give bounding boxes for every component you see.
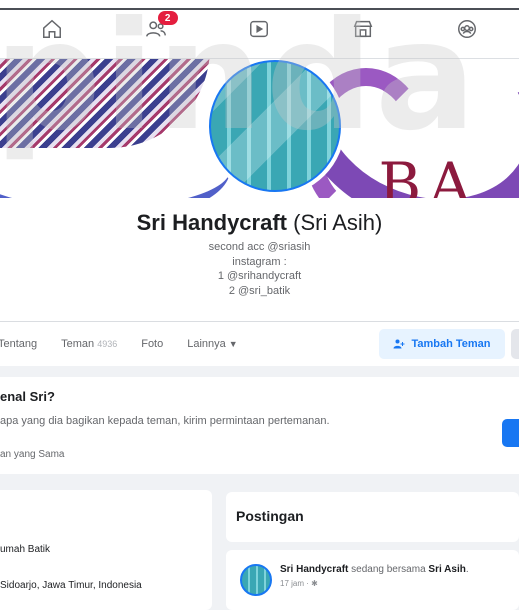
bio-line: 1 @srihandycraft — [217, 270, 302, 282]
cover-logo-letters: BA — [378, 150, 479, 198]
post-header: Sri Handycraft sedang bersama Sri Asih. — [280, 564, 469, 575]
profile-name: Sri Handycraft (Sri Asih) — [0, 210, 519, 236]
posts-card: Postingan — [226, 492, 519, 542]
more-options-button[interactable] — [511, 329, 519, 359]
profile-name-alt: (Sri Asih) — [293, 210, 383, 235]
audience-icon: ✱ — [311, 579, 318, 588]
post-author[interactable]: Sri Handycraft — [280, 564, 348, 575]
nav-marketplace[interactable] — [343, 9, 383, 49]
mutual-friends-link[interactable]: an yang Sama — [0, 449, 65, 460]
nav-watch[interactable] — [239, 9, 279, 49]
bio-line: second acc @sriasih — [208, 241, 311, 253]
profile-name-main: Sri Handycraft — [136, 210, 287, 235]
bio-line: 2 @sri_batik — [228, 285, 291, 297]
bio-line: instagram : — [232, 256, 287, 268]
tab-more[interactable]: Lainnya ▼ — [187, 338, 237, 350]
tab-more-label: Lainnya — [187, 338, 226, 350]
caret-down-icon: ▼ — [228, 339, 238, 349]
intro-location: Sidoarjo, Jawa Timur, Indonesia — [0, 580, 142, 591]
post-time: 17 jam · ✱ — [280, 579, 318, 588]
groups-icon — [458, 20, 477, 38]
marketplace-icon — [353, 20, 373, 38]
watch-icon — [250, 20, 269, 38]
post-author-avatar[interactable] — [240, 564, 272, 596]
nav-groups[interactable] — [447, 9, 487, 49]
friends-count: 4936 — [97, 339, 118, 349]
post-action: sedang bersama — [351, 564, 426, 575]
know-person-card: enal Sri? apa yang dia bagikan kepada te… — [0, 377, 519, 474]
tab-photos[interactable]: Foto — [141, 338, 163, 350]
profile-avatar[interactable] — [205, 56, 345, 196]
post-item[interactable]: Sri Handycraft sedang bersama Sri Asih. … — [226, 550, 519, 610]
cover-arc — [0, 118, 230, 198]
tab-friends[interactable]: Teman 4936 — [61, 338, 117, 350]
home-icon — [42, 19, 61, 38]
top-nav: 2 — [0, 0, 519, 59]
nav-home[interactable] — [32, 9, 72, 49]
tab-friends-label: Teman — [61, 338, 95, 350]
avatar-image — [209, 60, 341, 192]
add-friend-button[interactable]: Tambah Teman — [379, 329, 505, 359]
posts-title: Postingan — [236, 508, 304, 524]
tab-about[interactable]: Tentang — [0, 338, 37, 350]
nav-friends[interactable]: 2 — [136, 9, 178, 49]
know-title: enal Sri? — [0, 389, 55, 404]
post-timestamp[interactable]: 17 jam — [280, 579, 304, 588]
intro-workplace: umah Batik — [0, 544, 51, 555]
add-friend-label: Tambah Teman — [411, 338, 491, 350]
profile-tabs: Tentang Teman 4936 Foto Lainnya ▼ Tambah T… — [0, 321, 519, 366]
friends-badge: 2 — [157, 11, 178, 25]
intro-card: umah Batik Sidoarjo, Jawa Timur, Indones… — [0, 490, 212, 610]
know-text: apa yang dia bagikan kepada teman, kirim… — [0, 415, 330, 427]
add-person-icon — [393, 339, 405, 349]
add-friend-card-button[interactable] — [502, 419, 519, 447]
post-tagged[interactable]: Sri Asih — [428, 564, 465, 575]
